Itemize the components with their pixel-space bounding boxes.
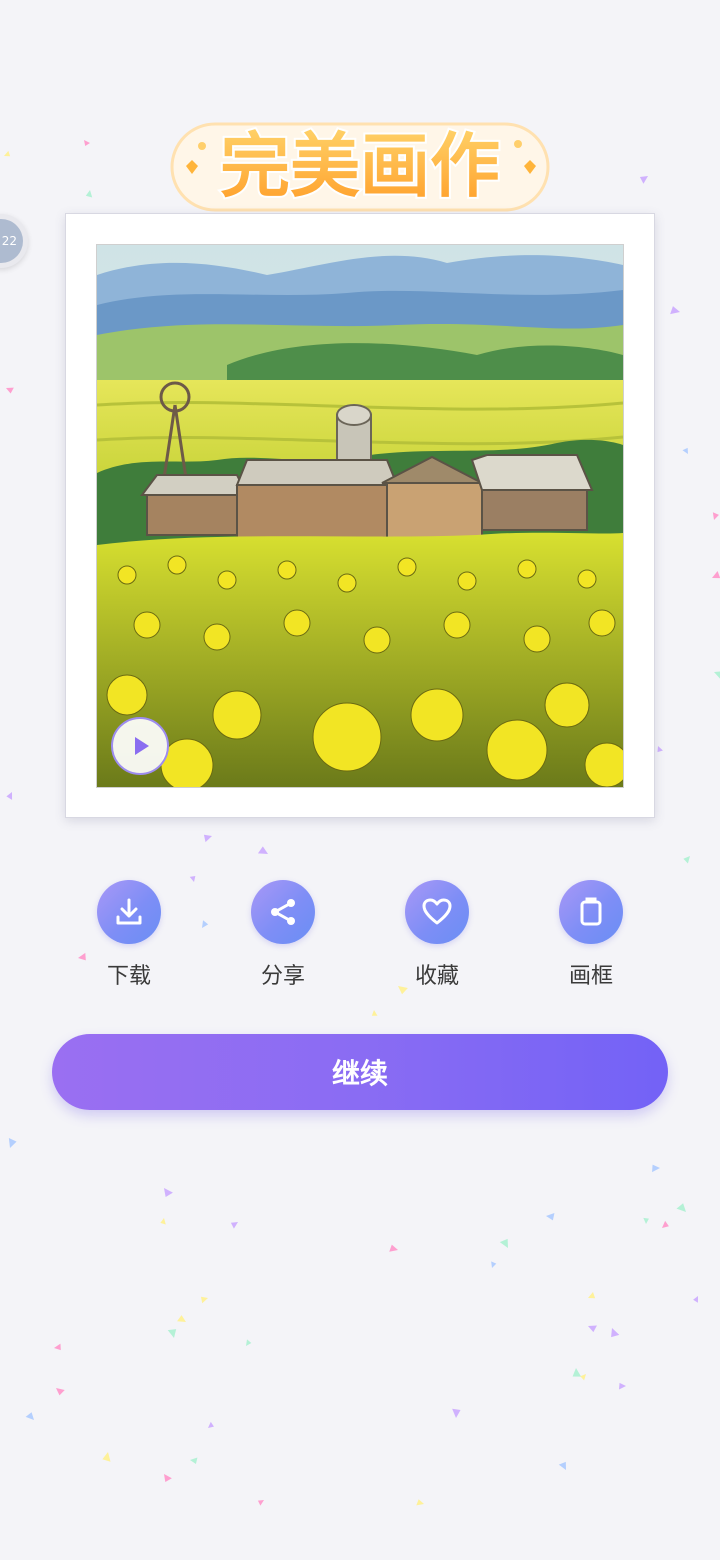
confetti-piece	[611, 1328, 620, 1338]
confetti-piece	[371, 1010, 378, 1016]
confetti-piece	[164, 1474, 172, 1483]
side-badge-count: 22	[0, 219, 23, 263]
confetti-piece	[682, 447, 688, 454]
confetti-piece	[546, 1213, 555, 1221]
confetti-piece	[164, 1188, 173, 1198]
confetti-piece	[102, 1452, 111, 1462]
share-button[interactable]: 分享	[233, 880, 333, 990]
frame-icon	[559, 880, 623, 944]
download-label: 下载	[106, 964, 151, 989]
confetti-piece	[389, 1244, 398, 1252]
confetti-piece	[712, 512, 719, 520]
confetti-piece	[6, 792, 13, 800]
artwork-image[interactable]	[96, 244, 624, 788]
confetti-piece	[714, 671, 720, 679]
confetti-piece	[657, 746, 663, 753]
play-icon	[135, 737, 149, 755]
download-button[interactable]: 下载	[79, 880, 179, 990]
confetti-piece	[693, 1296, 698, 1303]
frame-label: 画框	[568, 964, 613, 989]
confetti-piece	[588, 1325, 597, 1333]
confetti-piece	[652, 1164, 660, 1173]
confetti-piece	[499, 1238, 508, 1248]
confetti-piece	[203, 834, 212, 843]
action-bar: 下载 分享 收藏 画框	[0, 880, 720, 990]
share-icon	[251, 880, 315, 944]
confetti-piece	[676, 1203, 686, 1212]
confetti-piece	[160, 1218, 166, 1225]
confetti-piece	[662, 1220, 669, 1228]
confetti-piece	[8, 1138, 17, 1148]
download-icon	[97, 880, 161, 944]
confetti-piece	[572, 1368, 582, 1377]
title-banner: 完美画作	[162, 104, 558, 218]
frame-button[interactable]: 画框	[541, 880, 641, 990]
confetti-piece	[639, 176, 648, 184]
confetti-piece	[4, 150, 11, 157]
favorite-label: 收藏	[414, 964, 459, 989]
replay-play-button[interactable]	[111, 717, 169, 775]
confetti-piece	[580, 1374, 586, 1381]
confetti-piece	[683, 856, 690, 864]
confetti-piece	[452, 1408, 461, 1418]
confetti-piece	[54, 1343, 61, 1351]
confetti-piece	[670, 306, 680, 315]
confetti-piece	[588, 1291, 596, 1299]
confetti-piece	[6, 387, 14, 394]
favorite-button[interactable]: 收藏	[387, 880, 487, 990]
confetti-piece	[190, 1457, 198, 1464]
confetti-piece	[618, 1382, 626, 1390]
confetti-piece	[177, 1315, 186, 1322]
confetti-piece	[712, 571, 720, 579]
confetti-piece	[167, 1329, 177, 1338]
confetti-piece	[56, 1388, 65, 1396]
confetti-piece	[643, 1217, 649, 1225]
confetti-piece	[257, 846, 268, 854]
confetti-piece	[208, 1421, 214, 1428]
heart-icon	[405, 880, 469, 944]
confetti-piece	[491, 1261, 497, 1268]
confetti-piece	[230, 1222, 238, 1229]
confetti-piece	[257, 1500, 264, 1506]
confetti-piece	[246, 1339, 252, 1346]
confetti-piece	[416, 1499, 424, 1506]
share-label: 分享	[260, 964, 305, 989]
confetti-piece	[558, 1461, 566, 1470]
confetti-piece	[200, 1296, 208, 1304]
completion-screen: 22 完美画作 下载 分享 收藏 画框 继续	[0, 0, 720, 1560]
artwork-frame	[65, 213, 655, 818]
confetti-piece	[85, 190, 93, 198]
confetti-piece	[25, 1412, 34, 1420]
title-text: 完美画作	[220, 125, 500, 207]
continue-button[interactable]: 继续	[52, 1034, 668, 1110]
confetti-piece	[84, 140, 90, 146]
